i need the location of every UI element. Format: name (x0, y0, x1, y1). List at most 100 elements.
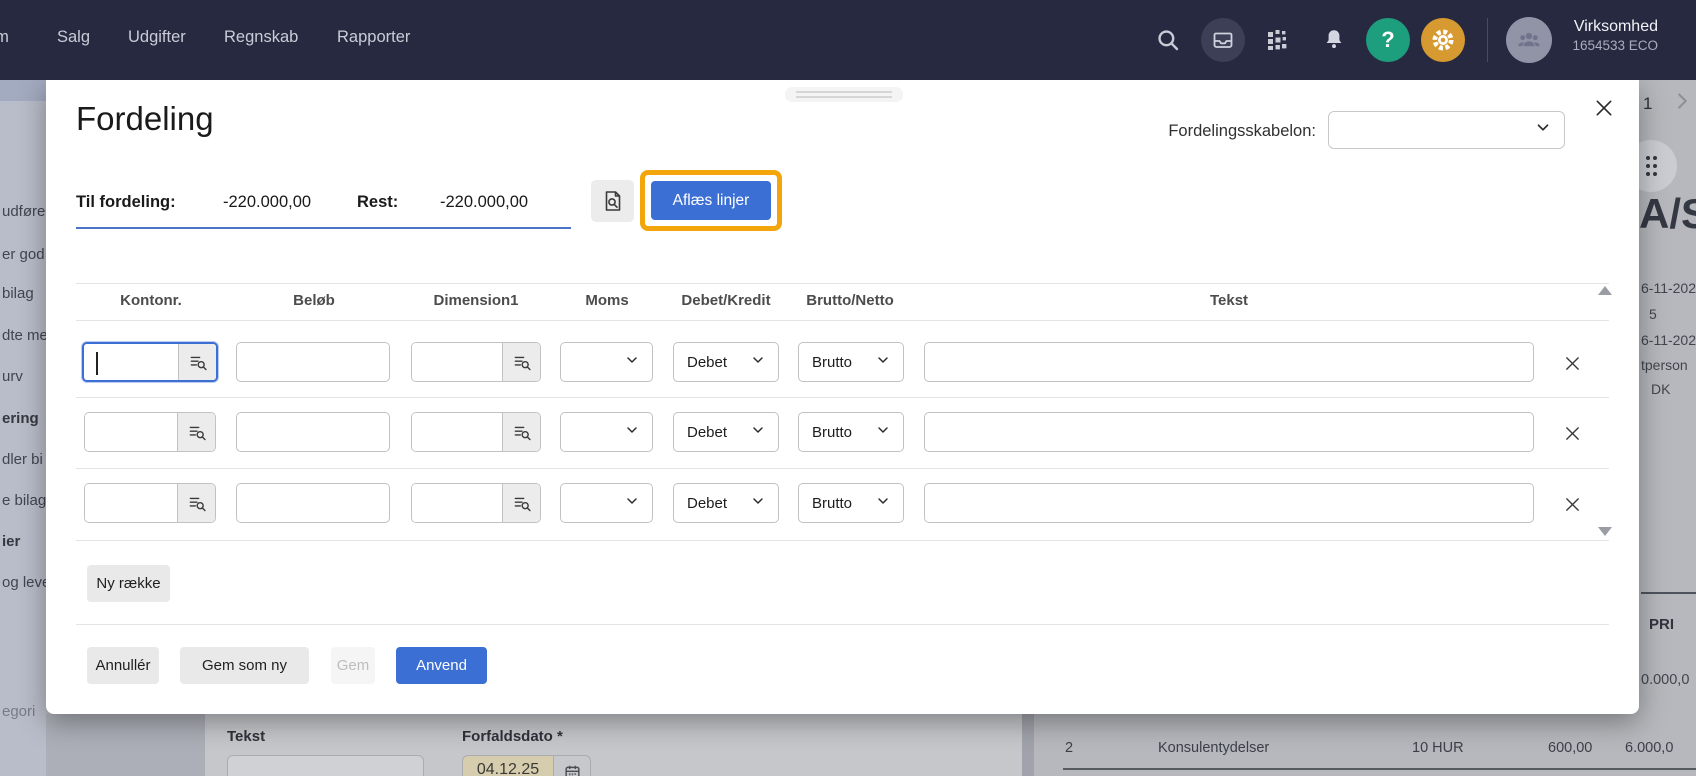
brutto-netto-select[interactable]: Brutto (798, 483, 904, 523)
apps-grid-icon[interactable] (1256, 18, 1300, 62)
lookup-list-search-icon[interactable] (502, 484, 540, 522)
rest-label: Rest: (357, 193, 398, 212)
help-icon[interactable]: ? (1366, 18, 1410, 62)
table-top-border (76, 283, 1609, 284)
chevron-down-icon (750, 422, 766, 442)
background-invoice-lines: 2 Konsulentydelser 10 HUR 600,00 6.000,0 (1034, 714, 1696, 776)
nav-item-salg[interactable]: Salg (57, 28, 90, 47)
read-lines-button[interactable]: Aflæs linjer (651, 181, 771, 220)
lookup-list-search-icon[interactable] (178, 344, 216, 380)
tekst-field-input (227, 755, 424, 776)
brutto-netto-value: Brutto (812, 424, 852, 441)
brutto-netto-select[interactable]: Brutto (798, 412, 904, 452)
belob-input[interactable] (236, 342, 390, 382)
debet-kredit-select[interactable]: Debet (673, 342, 779, 382)
chevron-down-icon (875, 493, 891, 513)
chevron-down-icon (750, 352, 766, 372)
nav-item-rapporter[interactable]: Rapporter (337, 28, 410, 47)
delete-row-icon[interactable] (1559, 420, 1585, 446)
line-qty: 10 HUR (1412, 740, 1464, 756)
tekst-field-label: Tekst (227, 728, 265, 745)
background-totals-label: PRI (1649, 616, 1674, 633)
pagination-next-icon (1671, 90, 1693, 117)
template-select[interactable] (1328, 111, 1565, 149)
column-header-debet-kredit: Debet/Kredit (681, 292, 770, 309)
delete-row-icon[interactable] (1559, 491, 1585, 517)
lookup-list-search-icon[interactable] (502, 413, 540, 451)
nav-item-udgifter[interactable]: Udgifter (128, 28, 186, 47)
kontonr-input[interactable] (85, 413, 177, 451)
tekst-input[interactable] (924, 483, 1534, 523)
chevron-down-icon (624, 493, 640, 513)
preview-document-icon[interactable] (591, 180, 634, 222)
sidebar-item: ering (2, 410, 39, 427)
settings-gear-icon[interactable] (1421, 18, 1465, 62)
sidebar-item: er god (2, 246, 45, 263)
scroll-up-icon[interactable] (1598, 286, 1612, 295)
table-row: Debet Brutto (46, 412, 1639, 452)
sidebar-item: bilag (2, 285, 34, 302)
debet-kredit-select[interactable]: Debet (673, 412, 779, 452)
chevron-down-icon (624, 422, 640, 442)
save-as-new-button[interactable]: Gem som ny (180, 647, 309, 684)
dimension1-lookup-field[interactable] (411, 412, 541, 452)
line-unit-price: 600,00 (1548, 740, 1592, 756)
delete-row-icon[interactable] (1559, 350, 1585, 376)
line-text: Konsulentydelser (1158, 740, 1269, 756)
inbox-icon[interactable] (1201, 18, 1245, 62)
background-detail-row: 5 (1649, 306, 1657, 322)
dimension1-input[interactable] (412, 343, 502, 381)
dimension1-input[interactable] (412, 413, 502, 451)
scroll-down-icon[interactable] (1598, 527, 1612, 536)
nav-item-regnskab[interactable]: Regnskab (224, 28, 298, 47)
help-question-glyph: ? (1381, 27, 1394, 53)
lookup-list-search-icon[interactable] (502, 343, 540, 381)
nav-item-hjem[interactable]: em (0, 28, 9, 47)
cancel-button[interactable]: Annullér (87, 647, 159, 684)
debet-kredit-value: Debet (687, 495, 727, 512)
due-date-label: Forfaldsdato * (462, 728, 563, 745)
background-detail-row: tperson (1641, 357, 1688, 373)
moms-select[interactable] (560, 483, 653, 523)
row-separator (76, 468, 1609, 469)
belob-input[interactable] (236, 412, 390, 452)
background-detail-row: 6-11-202 (1641, 280, 1696, 296)
close-icon[interactable] (1590, 94, 1618, 122)
dimension1-input[interactable] (412, 484, 502, 522)
lookup-list-search-icon[interactable] (177, 484, 215, 522)
lookup-list-search-icon[interactable] (177, 413, 215, 451)
debet-kredit-select[interactable]: Debet (673, 483, 779, 523)
belob-input[interactable] (236, 483, 390, 523)
search-icon[interactable] (1146, 18, 1190, 62)
modal-drag-handle[interactable] (785, 87, 903, 102)
line-amount: 6.000,0 (1625, 740, 1673, 756)
sidebar-item: og leve (2, 574, 46, 591)
company-info[interactable]: Virksomhed 1654533 ECO (1572, 17, 1658, 55)
new-row-button[interactable]: Ny række (87, 565, 170, 602)
calendar-icon (554, 755, 591, 776)
sidebar-item: e bilag (2, 492, 46, 509)
debet-kredit-value: Debet (687, 424, 727, 441)
top-navbar: em Salg Udgifter Regnskab Rapporter (0, 0, 1696, 80)
save-button[interactable]: Gem (331, 647, 375, 684)
kontonr-input[interactable] (84, 344, 178, 380)
company-avatar[interactable] (1506, 17, 1552, 63)
notifications-bell-icon[interactable] (1312, 18, 1356, 62)
brutto-netto-select[interactable]: Brutto (798, 342, 904, 382)
kontonr-lookup-field[interactable] (84, 412, 216, 452)
chevron-down-icon (1534, 119, 1552, 142)
kontonr-input[interactable] (85, 484, 177, 522)
modal-title: Fordeling (76, 100, 214, 138)
background-detail-row: 6-11-202 (1641, 332, 1696, 348)
apply-button[interactable]: Anvend (396, 647, 487, 684)
moms-select[interactable] (560, 342, 653, 382)
tekst-input[interactable] (924, 342, 1534, 382)
dimension1-lookup-field[interactable] (411, 483, 541, 523)
kontonr-lookup-field[interactable] (84, 483, 216, 523)
column-header-moms: Moms (585, 292, 628, 309)
chevron-down-icon (750, 493, 766, 513)
moms-select[interactable] (560, 412, 653, 452)
dimension1-lookup-field[interactable] (411, 342, 541, 382)
tekst-input[interactable] (924, 412, 1534, 452)
kontonr-lookup-field[interactable] (82, 342, 218, 382)
